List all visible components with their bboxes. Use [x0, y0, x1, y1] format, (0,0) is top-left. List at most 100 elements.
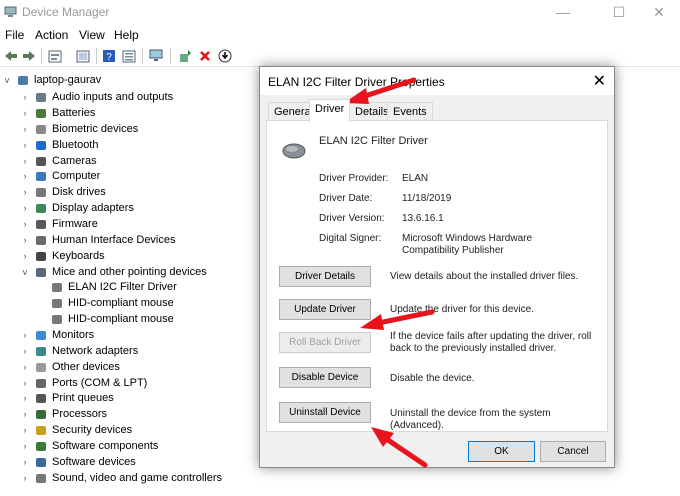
tree-item-6-label: Disk drives: [52, 186, 106, 198]
tree-item-17-icon: [36, 362, 46, 372]
tree-item-10-label: Keyboards: [52, 250, 105, 262]
forward-icon[interactable]: [20, 47, 38, 65]
tree-item-0-label: Audio inputs and outputs: [52, 91, 174, 103]
device-manager-icon: [4, 6, 17, 17]
tree-item-23-label: Software devices: [52, 456, 136, 468]
menu-help[interactable]: Help: [114, 28, 139, 42]
expand-chevron-icon[interactable]: ›: [20, 235, 30, 245]
update-driver-button[interactable]: Update Driver: [279, 299, 371, 320]
tree-item-8-icon: [36, 219, 46, 229]
tree-item-4-label: Cameras: [52, 155, 97, 167]
expand-chevron-icon[interactable]: ›: [20, 425, 30, 435]
expand-chevron-icon[interactable]: ›: [20, 140, 30, 150]
tree-item-2-label: Biometric devices: [52, 123, 139, 135]
update-driver-desc: Update the driver for this device.: [390, 304, 534, 315]
tree-item-20-label: Processors: [52, 408, 108, 420]
menu-view[interactable]: View: [79, 28, 105, 42]
tree-item-0-icon: [36, 92, 46, 102]
svg-text:?: ?: [106, 52, 112, 63]
tree-item-15-label: Monitors: [52, 329, 95, 341]
driver-provider-label: Driver Provider:: [319, 173, 389, 184]
update-driver-icon[interactable]: [176, 47, 194, 65]
driver-version-value: 13.6.16.1: [402, 213, 444, 224]
tree-item-9-icon: [36, 235, 46, 245]
minimize-button[interactable]: —: [540, 0, 586, 24]
tab-driver[interactable]: Driver: [309, 99, 351, 122]
expand-chevron-icon[interactable]: ›: [20, 156, 30, 166]
expand-chevron-icon[interactable]: ›: [20, 362, 30, 372]
tree-item-1-label: Batteries: [52, 107, 96, 119]
view-icon[interactable]: [120, 47, 138, 65]
show-hidden-icon[interactable]: [74, 47, 92, 65]
expand-chevron-icon[interactable]: ›: [20, 108, 30, 118]
expand-chevron-icon[interactable]: ›: [20, 219, 30, 229]
tree-item-9-label: Human Interface Devices: [52, 234, 176, 246]
tab-events[interactable]: Events: [387, 102, 433, 121]
roll-back-driver-desc: If the device fails after updating the d…: [390, 331, 592, 354]
expand-chevron-icon[interactable]: ›: [20, 346, 30, 356]
expand-chevron-icon[interactable]: ›: [20, 187, 30, 197]
driver-details-button[interactable]: Driver Details: [279, 266, 371, 287]
cancel-button[interactable]: Cancel: [540, 441, 606, 462]
driver-details-desc: View details about the installed driver …: [390, 271, 579, 282]
dialog-title-bar: ELAN I2C Filter Driver Properties ✕: [260, 67, 614, 95]
expand-chevron-icon[interactable]: ›: [20, 171, 30, 181]
expand-chevron-icon[interactable]: ›: [20, 393, 30, 403]
expand-chevron-icon[interactable]: ›: [20, 330, 30, 340]
expand-chevron-icon[interactable]: ›: [20, 92, 30, 102]
help-icon[interactable]: ?: [100, 47, 118, 65]
tree-item-24-icon: [36, 473, 46, 483]
tree-item-21-icon: [36, 425, 46, 435]
tree-item-1-icon: [36, 108, 46, 118]
disable-device-button[interactable]: Disable Device: [279, 367, 371, 388]
dialog-title: ELAN I2C Filter Driver Properties: [268, 75, 445, 89]
menu-action[interactable]: Action: [35, 28, 68, 42]
scan-hardware-icon[interactable]: [148, 47, 166, 65]
expand-chevron-icon[interactable]: ›: [20, 124, 30, 134]
driver-date-label: Driver Date:: [319, 193, 373, 204]
tree-item-4-icon: [36, 156, 46, 166]
uninstall-icon[interactable]: [196, 47, 214, 65]
expand-chevron-icon[interactable]: ›: [20, 251, 30, 261]
tree-item-5-label: Computer: [52, 170, 101, 182]
properties-icon[interactable]: [46, 47, 64, 65]
uninstall-device-desc: Uninstall the device from the system (Ad…: [390, 408, 551, 431]
window-title: Device Manager: [22, 5, 110, 19]
expand-chevron-icon[interactable]: ›: [20, 473, 30, 483]
title-bar: Device Manager — ☐ ✕: [0, 0, 680, 24]
expand-chevron-icon[interactable]: ›: [20, 378, 30, 388]
roll-back-driver-button[interactable]: Roll Back Driver: [279, 332, 371, 353]
disable-device-desc: Disable the device.: [390, 373, 475, 384]
disable-device-icon[interactable]: [216, 47, 234, 65]
collapse-chevron-icon[interactable]: v: [20, 267, 30, 277]
ok-button[interactable]: OK: [468, 441, 535, 462]
window-close-button[interactable]: ✕: [636, 0, 680, 24]
tree-item-16-label: Network adapters: [52, 345, 139, 357]
tree-item-22-label: Software components: [52, 440, 159, 452]
dialog-close-button[interactable]: ✕: [593, 71, 606, 91]
tree-root-icon: [18, 75, 28, 85]
back-icon[interactable]: [2, 47, 20, 65]
menu-file[interactable]: File: [5, 28, 24, 42]
collapse-chevron-icon[interactable]: v: [2, 75, 12, 85]
tree-item-24[interactable]: › Sound, video and game controllers: [0, 470, 680, 486]
tree-item-19-label: Print queues: [52, 392, 114, 404]
tree-item-19-icon: [36, 393, 46, 403]
driver-version-label: Driver Version:: [319, 213, 385, 224]
tree-item-11-label: Mice and other pointing devices: [52, 266, 207, 278]
expand-chevron-icon[interactable]: ›: [20, 441, 30, 451]
tree-root-label: laptop-gaurav: [34, 74, 102, 86]
tree-item-20-icon: [36, 409, 46, 419]
digital-signer-label: Digital Signer:: [319, 233, 382, 244]
tree-item-8-label: Firmware: [52, 218, 98, 230]
properties-dialog: ELAN I2C Filter Driver Properties ✕ Gene…: [259, 66, 615, 468]
uninstall-device-button[interactable]: Uninstall Device: [279, 402, 371, 423]
toolbar: ?: [0, 45, 680, 67]
expand-chevron-icon[interactable]: ›: [20, 409, 30, 419]
expand-chevron-icon[interactable]: ›: [20, 457, 30, 467]
driver-date-value: 11/18/2019: [402, 193, 452, 204]
tree-item-10-icon: [36, 251, 46, 261]
tree-item-12-label: ELAN I2C Filter Driver: [68, 281, 177, 293]
tree-item-23-icon: [36, 457, 46, 467]
expand-chevron-icon[interactable]: ›: [20, 203, 30, 213]
